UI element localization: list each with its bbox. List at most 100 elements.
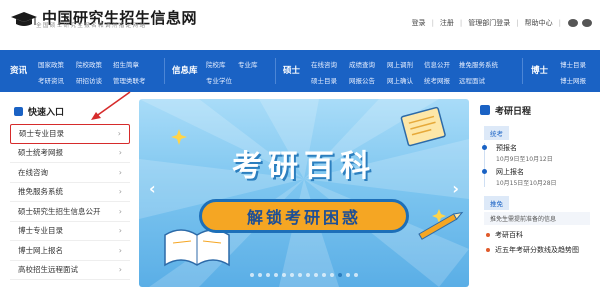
banner-prev-arrow[interactable]: ‹: [149, 179, 156, 198]
chevron-right-icon: ›: [118, 167, 122, 177]
calendar-title: 考研日程: [495, 106, 532, 117]
exam-calendar-panel: 考研日程 统考 预报名 10月9日至10月12日 网上报名 10月15日至10月…: [478, 99, 596, 294]
nav-link[interactable]: 专业库: [238, 59, 258, 69]
banner-dot[interactable]: [338, 273, 342, 277]
calendar-link[interactable]: 考研百科: [486, 230, 596, 240]
book-icon: [14, 106, 23, 116]
nav-link[interactable]: 招生简章: [113, 59, 139, 69]
chevron-right-icon: ›: [117, 129, 121, 139]
quick-entry-list: 硕士专业目录 › 硕士统考网报 › 在线咨询 › 推免服务系统 › 硕士研究生招…: [10, 124, 130, 280]
banner-dot[interactable]: [346, 273, 350, 277]
chevron-right-icon: ›: [118, 265, 122, 275]
nav-link[interactable]: 远程面试: [459, 75, 485, 85]
nav-divider: [275, 58, 276, 84]
nav-category-shuoshi[interactable]: 硕士: [283, 50, 300, 92]
calendar-events: 预报名 10月9日至10月12日 网上报名 10月15日至10月28日: [482, 143, 596, 187]
quick-entry-header: 快速入口: [10, 101, 130, 121]
nav-link[interactable]: 管理类联考: [113, 75, 146, 85]
quick-item-label: 在线咨询: [18, 167, 48, 177]
quick-item[interactable]: 推免服务系统 ›: [10, 183, 130, 202]
login-link[interactable]: 登录: [409, 18, 429, 28]
banner-dot[interactable]: [258, 273, 262, 277]
calendar-header: 考研日程: [478, 99, 596, 121]
banner-pill: 解锁考研困惑: [199, 199, 409, 233]
quick-item[interactable]: 在线咨询 ›: [10, 163, 130, 183]
nav-link[interactable]: 博士目录: [560, 59, 586, 69]
banner-dot[interactable]: [274, 273, 278, 277]
quick-item[interactable]: 硕士研究生招生信息公开 ›: [10, 202, 130, 222]
nav-link[interactable]: 统考网报: [424, 75, 450, 85]
weibo-icon[interactable]: [568, 19, 578, 27]
calendar-tag-tuimian[interactable]: 推免: [484, 196, 509, 210]
calendar-icon: [480, 105, 490, 115]
wechat-icon[interactable]: [582, 19, 592, 27]
nav-category-boshi[interactable]: 博士: [531, 50, 548, 92]
admin-login-link[interactable]: 管理部门登录: [465, 18, 513, 28]
help-center-link[interactable]: 帮助中心: [522, 18, 556, 28]
nav-link[interactable]: 硕士目录: [311, 75, 337, 85]
chevron-right-icon: ›: [118, 245, 122, 255]
calendar-tag-tongkao[interactable]: 统考: [484, 126, 509, 140]
nav-link[interactable]: 研招访谈: [76, 75, 102, 85]
quick-item-label: 推免服务系统: [18, 187, 63, 197]
main-nav: 资讯 国家政策 院校政策 招生简章 考研资讯 研招访谈 管理类联考 信息库 院校…: [0, 50, 600, 92]
quick-item[interactable]: 博士专业目录 ›: [10, 222, 130, 241]
nav-link[interactable]: 网报公告: [349, 75, 375, 85]
nav-category-zixun[interactable]: 资讯: [10, 50, 27, 92]
nav-link[interactable]: 推免服务系统: [459, 59, 498, 69]
quick-item-label: 硕士研究生招生信息公开: [18, 206, 101, 216]
banner-pagination: [139, 273, 469, 277]
calendar-links: 考研百科 近五年考研分数线及趋势图: [478, 230, 596, 255]
nav-link[interactable]: 网上确认: [387, 75, 413, 85]
quick-item[interactable]: 高校招生远程面试 ›: [10, 261, 130, 280]
banner-dot[interactable]: [298, 273, 302, 277]
quick-item[interactable]: 博士网上报名 ›: [10, 241, 130, 261]
nav-link[interactable]: 博士网报: [560, 75, 586, 85]
banner-background: [139, 99, 469, 287]
chevron-right-icon: ›: [118, 206, 122, 216]
quick-item[interactable]: 硕士统考网报 ›: [10, 144, 130, 163]
banner-dot[interactable]: [290, 273, 294, 277]
calendar-link[interactable]: 近五年考研分数线及趋势图: [486, 245, 596, 255]
banner-dot[interactable]: [314, 273, 318, 277]
nav-divider: [164, 58, 165, 84]
banner-next-arrow[interactable]: ›: [452, 179, 459, 198]
nav-link[interactable]: 信息公开: [424, 59, 450, 69]
banner-dot[interactable]: [354, 273, 358, 277]
top-links: 登录 | 注册 | 管理部门登录 | 帮助中心 |: [409, 18, 592, 28]
calendar-faded-note[interactable]: 推免生需提前准备的信息: [484, 212, 590, 225]
nav-link[interactable]: 考研资讯: [38, 75, 64, 85]
chevron-right-icon: ›: [118, 226, 122, 236]
register-link[interactable]: 注册: [437, 18, 457, 28]
banner-dot[interactable]: [330, 273, 334, 277]
logo-subtitle: 全国硕士研究生报名和调剂指定网站: [36, 23, 147, 29]
banner-dot[interactable]: [266, 273, 270, 277]
nav-link[interactable]: 院校库: [206, 59, 226, 69]
nav-link[interactable]: 在线咨询: [311, 59, 337, 69]
quick-item-master-catalog[interactable]: 硕士专业目录 ›: [10, 124, 130, 144]
nav-link[interactable]: 成绩查询: [349, 59, 375, 69]
banner-dot[interactable]: [306, 273, 310, 277]
event-name: 预报名: [496, 144, 517, 152]
nav-link[interactable]: 国家政策: [38, 59, 64, 69]
quick-item-label: 博士网上报名: [18, 245, 63, 255]
nav-divider: [522, 58, 523, 84]
calendar-event[interactable]: 预报名 10月9日至10月12日: [482, 143, 596, 163]
hero-banner[interactable]: 考研百科 解锁考研困惑 ‹ ›: [139, 99, 469, 287]
quick-item-label: 高校招生远程面试: [18, 265, 78, 275]
nav-category-xinxiku[interactable]: 信息库: [172, 50, 198, 92]
nav-link[interactable]: 网上调剂: [387, 59, 413, 69]
quick-item-label: 硕士专业目录: [19, 129, 64, 139]
nav-link[interactable]: 专业学位: [206, 75, 232, 85]
banner-dot[interactable]: [250, 273, 254, 277]
nav-link[interactable]: 院校政策: [76, 59, 102, 69]
site-header: 中国研究生招生信息网 全国硕士研究生报名和调剂指定网站 登录 | 注册 | 管理…: [0, 0, 600, 50]
banner-title: 考研百科: [232, 149, 376, 184]
quick-item-label: 博士专业目录: [18, 226, 63, 236]
event-name: 网上报名: [496, 168, 524, 176]
calendar-event[interactable]: 网上报名 10月15日至10月28日: [482, 167, 596, 187]
banner-dot[interactable]: [282, 273, 286, 277]
event-date: 10月9日至10月12日: [496, 156, 553, 163]
banner-dot[interactable]: [322, 273, 326, 277]
chevron-right-icon: ›: [118, 148, 122, 158]
